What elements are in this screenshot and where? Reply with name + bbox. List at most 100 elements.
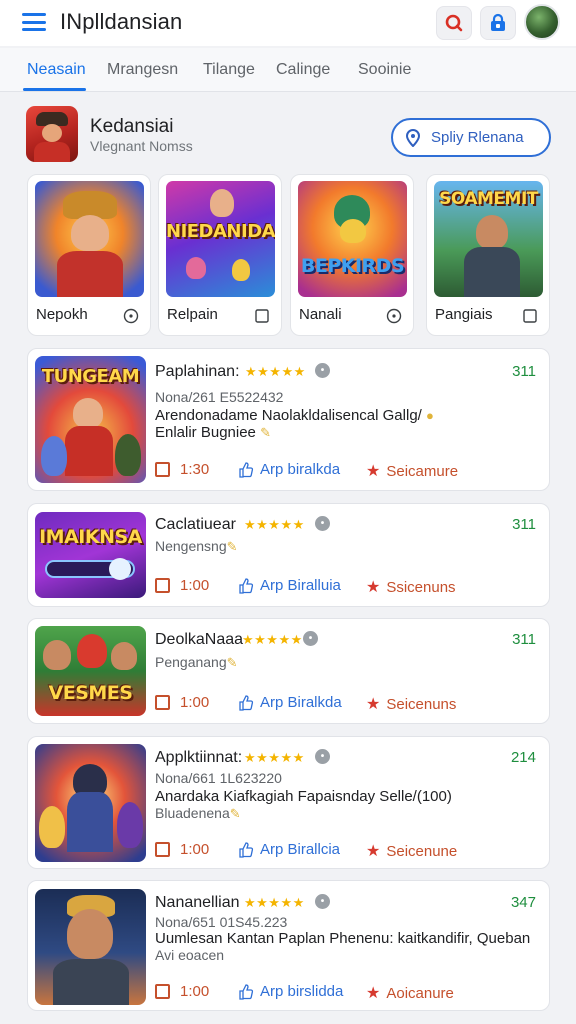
tab-calinge[interactable]: Calinge: [276, 61, 330, 79]
app-description-line2: Enlalir Bugniee ✎: [155, 424, 271, 441]
info-circle-icon[interactable]: [123, 308, 139, 324]
download-count: 311: [512, 631, 536, 648]
featured-title: Kedansiai: [90, 116, 174, 137]
thumbnail-title: SOAMEMIT: [439, 189, 538, 209]
star-icon: ★: [366, 843, 381, 860]
game-thumbnail: [35, 889, 146, 1005]
location-pin-icon: [405, 128, 421, 147]
star-icon: ★: [366, 696, 381, 713]
download-count: 311: [512, 516, 536, 533]
favorite-action[interactable]: ★ Aoicanure: [366, 983, 454, 1003]
checkbox-icon: [155, 984, 170, 999]
rating-stars: ★★★★★: [244, 895, 305, 910]
list-item[interactable]: Nananellian ★★★★★ • 347 Nona/651 01S45.2…: [27, 880, 550, 1011]
menu-icon[interactable]: [22, 13, 46, 31]
game-thumbnail: SOAMEMIT: [434, 181, 543, 297]
checkbox-icon: [155, 462, 170, 477]
rating-stars: ★★★★★: [242, 632, 303, 647]
rating-stars: ★★★★★: [245, 364, 306, 379]
time-checkbox[interactable]: 1:00: [155, 841, 209, 858]
tab-tilange[interactable]: Tilange: [203, 61, 255, 79]
app-action-link[interactable]: Arp Biralkda: [238, 694, 342, 711]
checkbox-icon[interactable]: [522, 308, 538, 324]
app-action-link[interactable]: Arp biralkda: [238, 461, 340, 478]
game-thumbnail: [35, 181, 144, 297]
download-count: 347: [510, 894, 536, 911]
rating-stars: ★★★★★: [244, 517, 305, 532]
tab-sooinie[interactable]: Sooinie: [358, 61, 411, 79]
info-icon[interactable]: •: [303, 631, 318, 646]
pencil-icon: ✎: [226, 539, 238, 554]
game-thumbnail: TUNGEAM: [35, 356, 146, 483]
featured-card[interactable]: Nepokh: [27, 174, 151, 336]
thumbs-up-icon: [239, 577, 254, 594]
favorite-action[interactable]: ★ Ssicenuns: [366, 577, 456, 597]
search-icon: [445, 14, 463, 32]
card-name: Nepokh: [36, 306, 88, 323]
info-icon[interactable]: •: [315, 894, 330, 909]
featured-card[interactable]: NIEDANIDAI Relpain: [158, 174, 282, 336]
lock-button[interactable]: [480, 6, 516, 40]
thumbs-up-icon: [239, 694, 254, 711]
checkbox-icon[interactable]: [254, 308, 270, 324]
search-button[interactable]: [436, 6, 472, 40]
time-checkbox[interactable]: 1:00: [155, 694, 209, 711]
featured-subtitle: Vlegnant Nomss: [90, 138, 193, 154]
list-item[interactable]: TUNGEAM Paplahinan: ★★★★★ • 311 Nona/261…: [27, 348, 550, 491]
game-thumbnail: IMAIKNSA: [35, 512, 146, 598]
featured-card[interactable]: BEPKIRDS Nanali: [290, 174, 414, 336]
app-action-link[interactable]: Arp Biralluia: [238, 577, 341, 594]
favorite-action[interactable]: ★ Seicamure: [366, 461, 458, 481]
favorite-action[interactable]: ★ Seicenune: [366, 841, 457, 861]
checkbox-icon: [155, 578, 170, 593]
active-tab-indicator: [23, 88, 86, 91]
thumbnail-title: VESMES: [48, 682, 133, 704]
tab-bar: Neasain Mrangesn Tilange Calinge Sooinie: [0, 48, 576, 92]
app-title: INplldansian: [60, 9, 183, 34]
download-count: 214: [510, 749, 536, 766]
app-action-link[interactable]: Arp birslidda: [238, 983, 343, 1000]
star-icon: ★: [366, 579, 381, 596]
avatar[interactable]: [524, 4, 560, 40]
tab-neasain[interactable]: Neasain: [27, 61, 86, 79]
thumbnail-title: TUNGEAM: [41, 366, 140, 387]
info-icon[interactable]: •: [315, 363, 330, 378]
app-meta: Nona/651 01S45.223: [155, 914, 288, 930]
app-name: Caclatiuear: [155, 516, 236, 533]
time-checkbox[interactable]: 1:00: [155, 577, 209, 594]
card-name: Relpain: [167, 306, 218, 323]
rating-stars: ★★★★★: [244, 750, 305, 765]
info-circle-icon[interactable]: [386, 308, 402, 324]
card-name: Pangiais: [435, 306, 493, 323]
favorite-action[interactable]: ★ Seicenuns: [366, 694, 456, 714]
lock-icon: [491, 13, 505, 31]
time-checkbox[interactable]: 1:30: [155, 461, 209, 478]
tab-mrangesn[interactable]: Mrangesn: [107, 61, 178, 79]
time-checkbox[interactable]: 1:00: [155, 983, 209, 1000]
game-thumbnail: VESMES: [35, 626, 146, 716]
checkbox-icon: [155, 842, 170, 857]
app-action-link[interactable]: Arp Birallcia: [238, 841, 340, 858]
app-description: Uumlesan Kantan Paplan Phenenu: kaitkand…: [155, 930, 531, 947]
app-meta: Penganang✎: [155, 654, 238, 670]
checkbox-icon: [155, 695, 170, 710]
app-name: Paplahinan:: [155, 363, 240, 380]
game-thumbnail: BEPKIRDS: [298, 181, 407, 297]
info-icon[interactable]: •: [315, 516, 330, 531]
featured-card[interactable]: SOAMEMIT Pangiais: [426, 174, 550, 336]
thumbs-up-icon: [239, 983, 254, 1000]
list-item[interactable]: VESMES DeolkaNaaa ★★★★★ • 311 Penganang✎…: [27, 618, 550, 724]
thumbnail-title: NIEDANIDAI: [166, 221, 275, 242]
download-count: 311: [512, 363, 536, 380]
top-app-bar: INplldansian: [0, 0, 576, 46]
app-meta: Nengensng✎: [155, 538, 238, 554]
game-thumbnail: [35, 744, 146, 862]
pencil-icon: ✎: [260, 425, 271, 440]
thumbs-up-icon: [239, 461, 254, 478]
list-item[interactable]: Applktiinnat: ★★★★★ • 214 Nona/661 1L623…: [27, 736, 550, 869]
featured-logo: [26, 106, 78, 162]
info-icon[interactable]: •: [315, 749, 330, 764]
list-item[interactable]: IMAIKNSA Caclatiuear ★★★★★ • 311 Nengens…: [27, 503, 550, 607]
emoji-icon: ●: [426, 408, 434, 423]
featured-action-button[interactable]: Spliy Rlenana: [391, 118, 551, 157]
